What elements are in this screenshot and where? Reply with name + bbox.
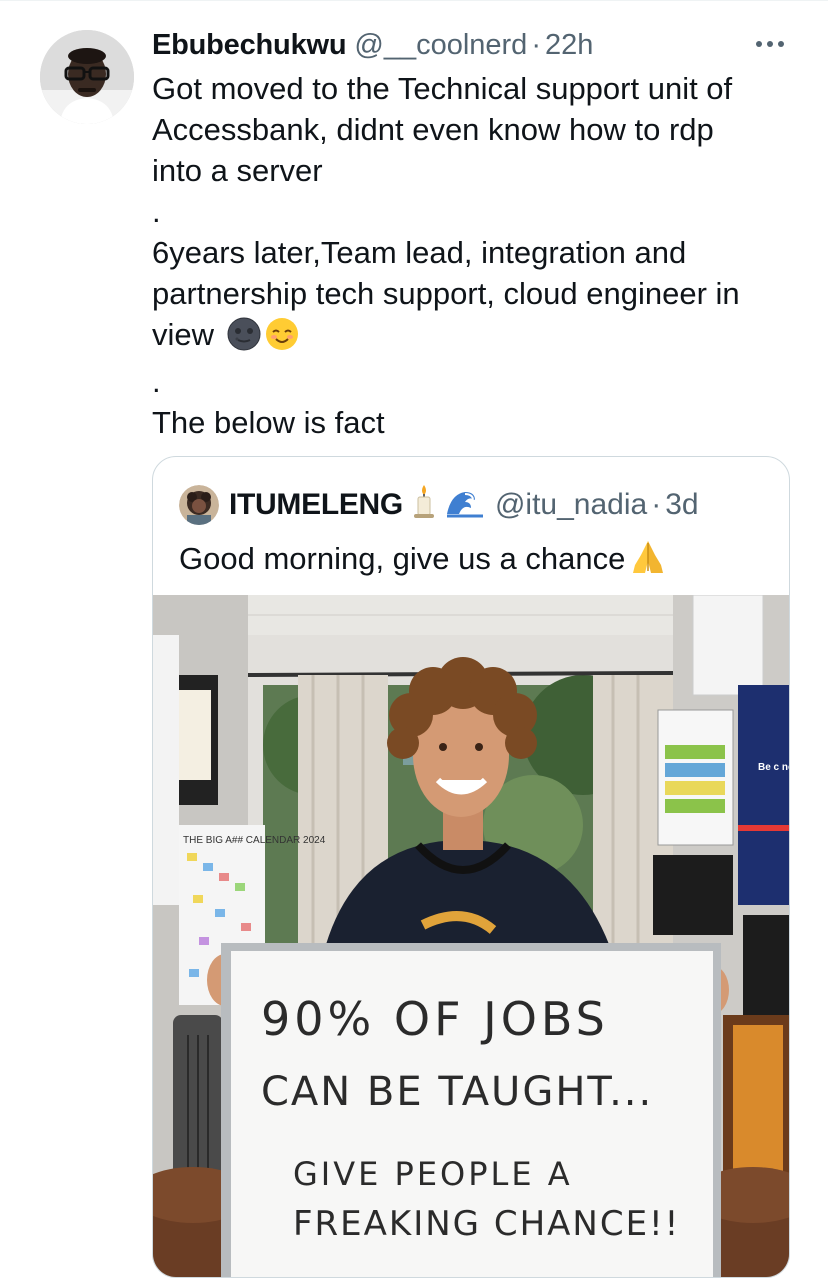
separator-dot: · bbox=[531, 28, 541, 61]
tweet-line: . bbox=[152, 194, 161, 229]
quoted-tweet-photo[interactable]: THE BIG A## CALENDAR 2024 Be c no bbox=[153, 595, 789, 1277]
tweet-timestamp[interactable]: 22h bbox=[545, 29, 593, 62]
quoted-author-avatar[interactable] bbox=[179, 485, 219, 525]
whiteboard-line-3: GIVE PEOPLE A bbox=[293, 1155, 573, 1193]
blue-poster bbox=[738, 685, 789, 905]
black-note bbox=[653, 855, 733, 935]
tweet-line: view bbox=[152, 317, 215, 352]
tweet-line: into a server bbox=[152, 153, 323, 188]
tweet-line: Got moved to the Technical support unit … bbox=[152, 71, 733, 106]
whiteboard-line-2: CAN BE TAUGHT... bbox=[261, 1069, 653, 1115]
quoted-tweet-text: Good morning, give us a chance bbox=[179, 537, 667, 585]
tweet-header: Ebubechukwu @__coolnerd · 22h bbox=[152, 28, 798, 62]
tweet-text: Got moved to the Technical support unit … bbox=[152, 68, 802, 443]
whiteboard-line-4: FREAKING CHANCE!! bbox=[293, 1204, 680, 1244]
author-handle[interactable]: @__coolnerd bbox=[354, 29, 527, 62]
tweet-line: . bbox=[152, 364, 161, 399]
tweet-line-with-emoji: view bbox=[152, 314, 802, 361]
left-poster bbox=[153, 635, 179, 905]
quoted-tweet-card[interactable]: ITUMELENG @itu_nadia · 3d Good morning, … bbox=[152, 456, 790, 1278]
quoted-tweet-text-content: Good morning, give us a chance bbox=[179, 541, 626, 576]
separator-dot: · bbox=[651, 488, 662, 521]
quoted-author-handle[interactable]: @itu_nadia bbox=[495, 488, 647, 522]
tweet-line: Accessbank, didnt even know how to rdp bbox=[152, 112, 714, 147]
quote-frame-top bbox=[692, 595, 764, 696]
quoted-tweet-header: ITUMELENG @itu_nadia · 3d bbox=[179, 483, 779, 527]
poster-text: Be c not ju bbox=[758, 762, 789, 773]
folded-hands-emoji bbox=[629, 537, 667, 585]
new-moon-face-emoji bbox=[227, 317, 261, 361]
whiteboard-line-1: 90% OF JOBS bbox=[261, 992, 609, 1046]
whiteboard: 90% OF JOBS CAN BE TAUGHT... GIVE PEOPLE… bbox=[221, 943, 721, 1277]
candle-emoji bbox=[409, 483, 439, 527]
more-horizontal-icon bbox=[756, 41, 784, 47]
tweet-line: 6years later,Team lead, integration and bbox=[152, 235, 687, 270]
more-options-button[interactable] bbox=[752, 30, 788, 58]
black-note-right bbox=[743, 915, 789, 1015]
quoted-author-display-name[interactable]: ITUMELENG bbox=[229, 488, 403, 522]
tweet-line: The below is fact bbox=[152, 405, 385, 440]
top-divider bbox=[0, 0, 828, 1]
smiling-face-emoji bbox=[265, 317, 299, 361]
calendar-label: THE BIG A## CALENDAR 2024 bbox=[183, 835, 326, 846]
author-display-name[interactable]: Ebubechukwu bbox=[152, 29, 347, 62]
wave-emoji bbox=[444, 484, 485, 526]
chart-poster bbox=[657, 709, 734, 846]
author-avatar[interactable] bbox=[40, 30, 134, 124]
tweet-line: partnership tech support, cloud engineer… bbox=[152, 276, 740, 311]
quoted-tweet-timestamp[interactable]: 3d bbox=[665, 488, 698, 522]
